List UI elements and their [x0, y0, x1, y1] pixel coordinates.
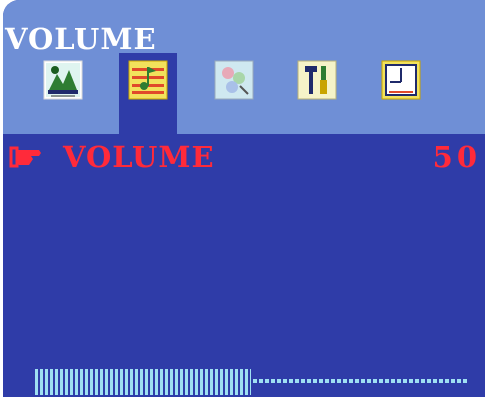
audio-icon	[128, 60, 168, 100]
tab-color[interactable]	[214, 60, 254, 100]
menu-tab-bar: VOLUME	[3, 0, 485, 135]
volume-slider[interactable]	[35, 369, 467, 395]
setting-value: 50	[432, 140, 481, 174]
tab-picture[interactable]	[43, 60, 83, 100]
picture-icon	[43, 60, 83, 100]
color-icon	[214, 60, 254, 100]
osd-screen: VOLUME VOLUME 50	[3, 0, 485, 397]
volume-slider-fill	[35, 369, 251, 395]
setting-label: VOLUME	[63, 140, 215, 174]
tab-tools[interactable]	[297, 60, 337, 100]
timer-icon	[381, 60, 421, 100]
volume-slider-track	[253, 379, 467, 383]
tools-icon	[297, 60, 337, 100]
pointing-hand-icon	[9, 146, 41, 168]
menu-title: VOLUME	[5, 22, 157, 56]
tab-audio[interactable]	[128, 60, 168, 100]
setting-row-volume[interactable]: VOLUME 50	[3, 138, 485, 178]
tab-timer[interactable]	[381, 60, 421, 100]
